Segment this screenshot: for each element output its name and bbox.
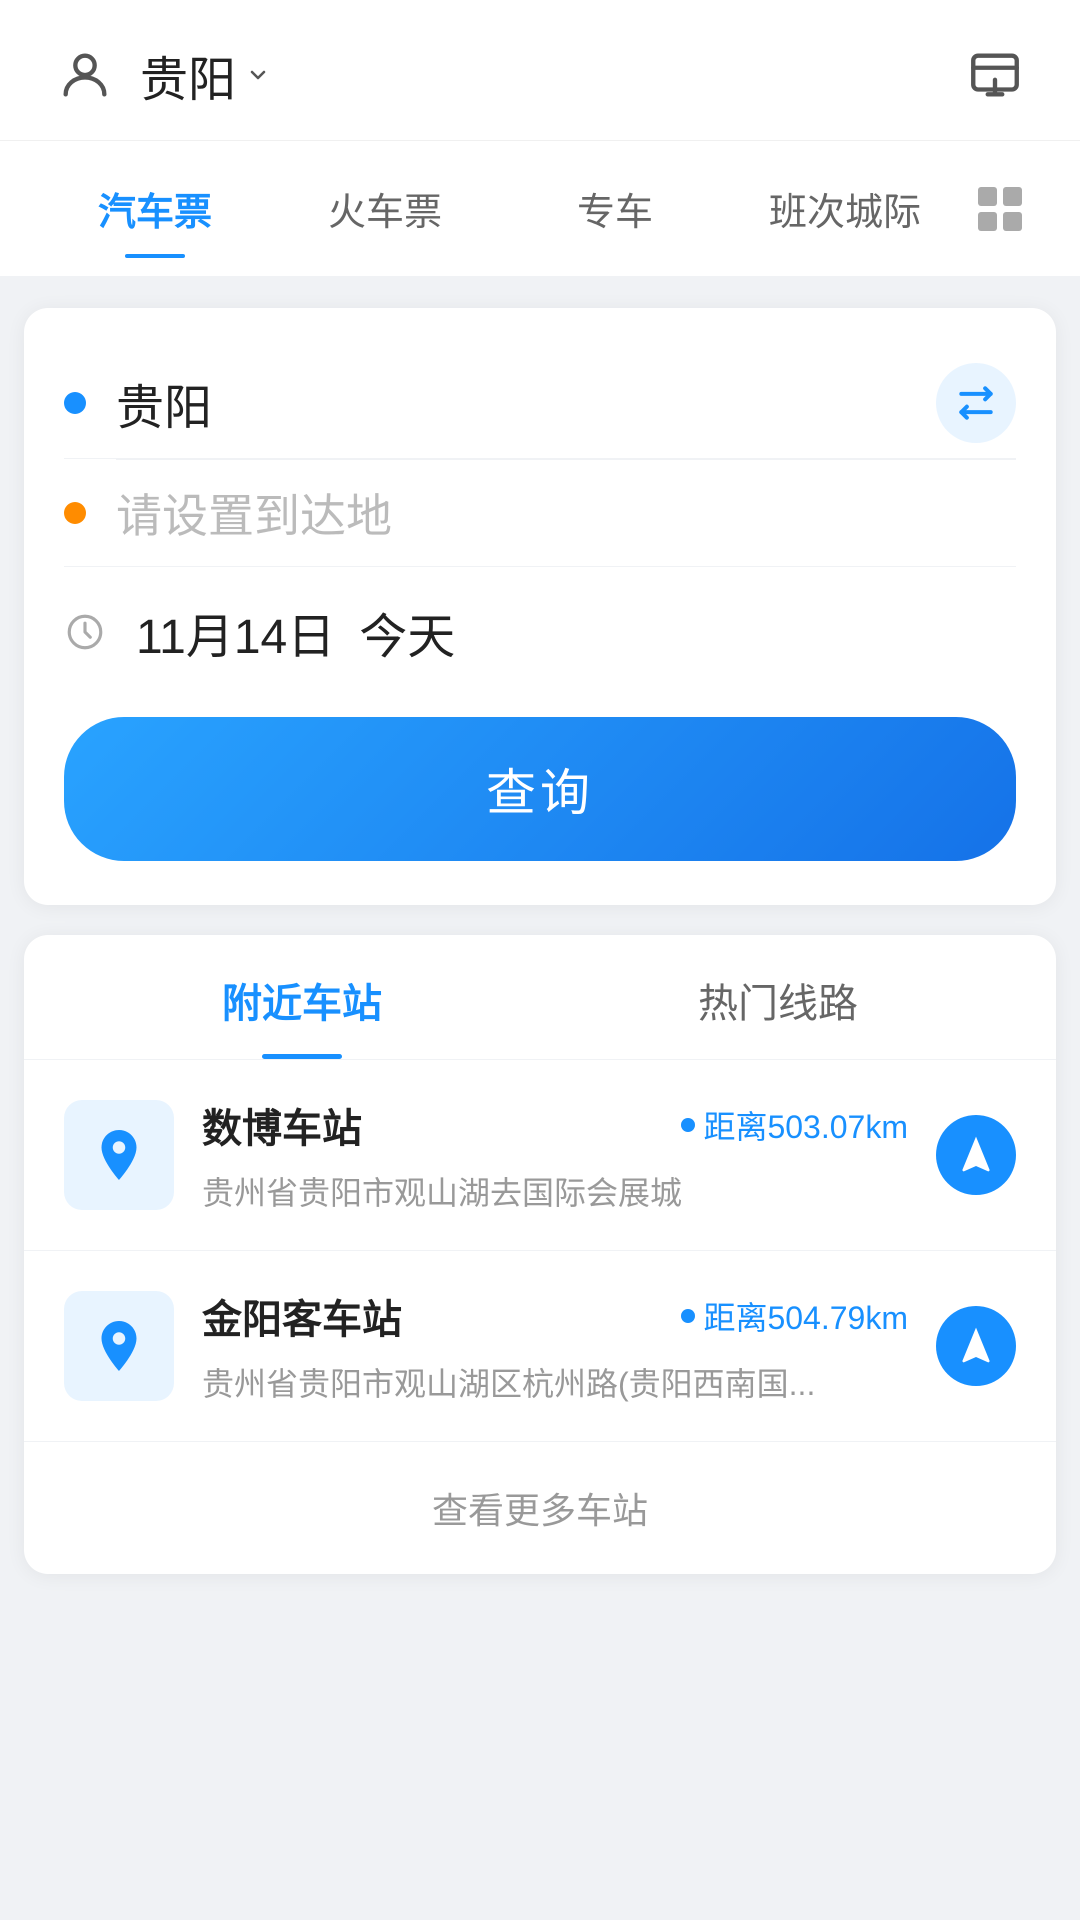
date-row[interactable]: 11月14日 今天 bbox=[64, 567, 1016, 687]
station-item[interactable]: 数博车站 距离503.07km 贵州省贵阳市观山湖去国际会展城 bbox=[24, 1060, 1056, 1251]
date-text: 11月14日 bbox=[136, 597, 335, 667]
tab-nearby-stations[interactable]: 附近车站 bbox=[64, 935, 540, 1059]
tab-intercity[interactable]: 班次城际 bbox=[730, 161, 960, 256]
tab-train[interactable]: 火车票 bbox=[270, 161, 500, 256]
station-name: 数博车站 bbox=[202, 1096, 362, 1154]
station-name-row: 数博车站 距离503.07km bbox=[202, 1096, 908, 1154]
station-info: 数博车站 距离503.07km 贵州省贵阳市观山湖去国际会展城 bbox=[202, 1096, 908, 1214]
message-button[interactable] bbox=[960, 40, 1030, 110]
clock-icon bbox=[64, 611, 106, 653]
distance-dot bbox=[681, 1309, 695, 1323]
station-icon-wrap bbox=[64, 1100, 174, 1210]
tab-bus[interactable]: 汽车票 bbox=[40, 161, 270, 256]
location-pin-icon bbox=[89, 1125, 149, 1185]
query-button[interactable]: 查询 bbox=[64, 717, 1016, 861]
station-address: 贵州省贵阳市观山湖去国际会展城 bbox=[202, 1168, 908, 1214]
header: 贵阳 bbox=[0, 0, 1080, 141]
view-more-button[interactable]: 查看更多车站 bbox=[24, 1442, 1056, 1574]
more-grid-button[interactable] bbox=[960, 187, 1040, 231]
city-selector[interactable]: 贵阳 bbox=[140, 40, 270, 110]
to-city-placeholder: 请设置到达地 bbox=[116, 480, 392, 546]
swap-button[interactable] bbox=[936, 363, 1016, 443]
nav-tabs: 汽车票 火车票 专车 班次城际 bbox=[0, 141, 1080, 278]
tab-popular-routes[interactable]: 热门线路 bbox=[540, 935, 1016, 1059]
station-distance: 距离504.79km bbox=[681, 1293, 908, 1339]
location-pin-icon bbox=[89, 1316, 149, 1376]
station-address: 贵州省贵阳市观山湖区杭州路(贵阳西南国... bbox=[202, 1359, 908, 1405]
station-info: 金阳客车站 距离504.79km 贵州省贵阳市观山湖区杭州路(贵阳西南国... bbox=[202, 1287, 908, 1405]
navigate-button[interactable] bbox=[936, 1306, 1016, 1386]
station-distance: 距离503.07km bbox=[681, 1102, 908, 1148]
swap-icon bbox=[954, 381, 998, 425]
from-dot bbox=[64, 392, 86, 414]
date-today-label: 今天 bbox=[359, 597, 455, 667]
station-name-row: 金阳客车站 距离504.79km bbox=[202, 1287, 908, 1345]
search-card: 贵阳 请设置到达地 11月14日 今天 查询 bbox=[24, 308, 1056, 905]
stations-card: 附近车站 热门线路 数博车站 距离503.07km 贵州省贵阳市观山湖去国际会展… bbox=[24, 935, 1056, 1574]
to-dot bbox=[64, 502, 86, 524]
to-location-row[interactable]: 请设置到达地 bbox=[64, 460, 1016, 567]
distance-dot bbox=[681, 1118, 695, 1132]
header-left: 贵阳 bbox=[50, 40, 270, 110]
selected-city: 贵阳 bbox=[140, 40, 236, 110]
navigate-icon bbox=[954, 1133, 998, 1177]
station-name: 金阳客车站 bbox=[202, 1287, 402, 1345]
chevron-down-icon bbox=[246, 63, 270, 87]
navigate-icon bbox=[954, 1324, 998, 1368]
grid-icon bbox=[978, 187, 1022, 231]
user-avatar[interactable] bbox=[50, 40, 120, 110]
tab-special[interactable]: 专车 bbox=[500, 161, 730, 256]
station-item[interactable]: 金阳客车站 距离504.79km 贵州省贵阳市观山湖区杭州路(贵阳西南国... bbox=[24, 1251, 1056, 1442]
navigate-button[interactable] bbox=[936, 1115, 1016, 1195]
station-icon-wrap bbox=[64, 1291, 174, 1401]
stations-tabs: 附近车站 热门线路 bbox=[24, 935, 1056, 1060]
from-city-text: 贵阳 bbox=[116, 368, 212, 438]
from-location-row[interactable]: 贵阳 bbox=[64, 348, 1016, 459]
